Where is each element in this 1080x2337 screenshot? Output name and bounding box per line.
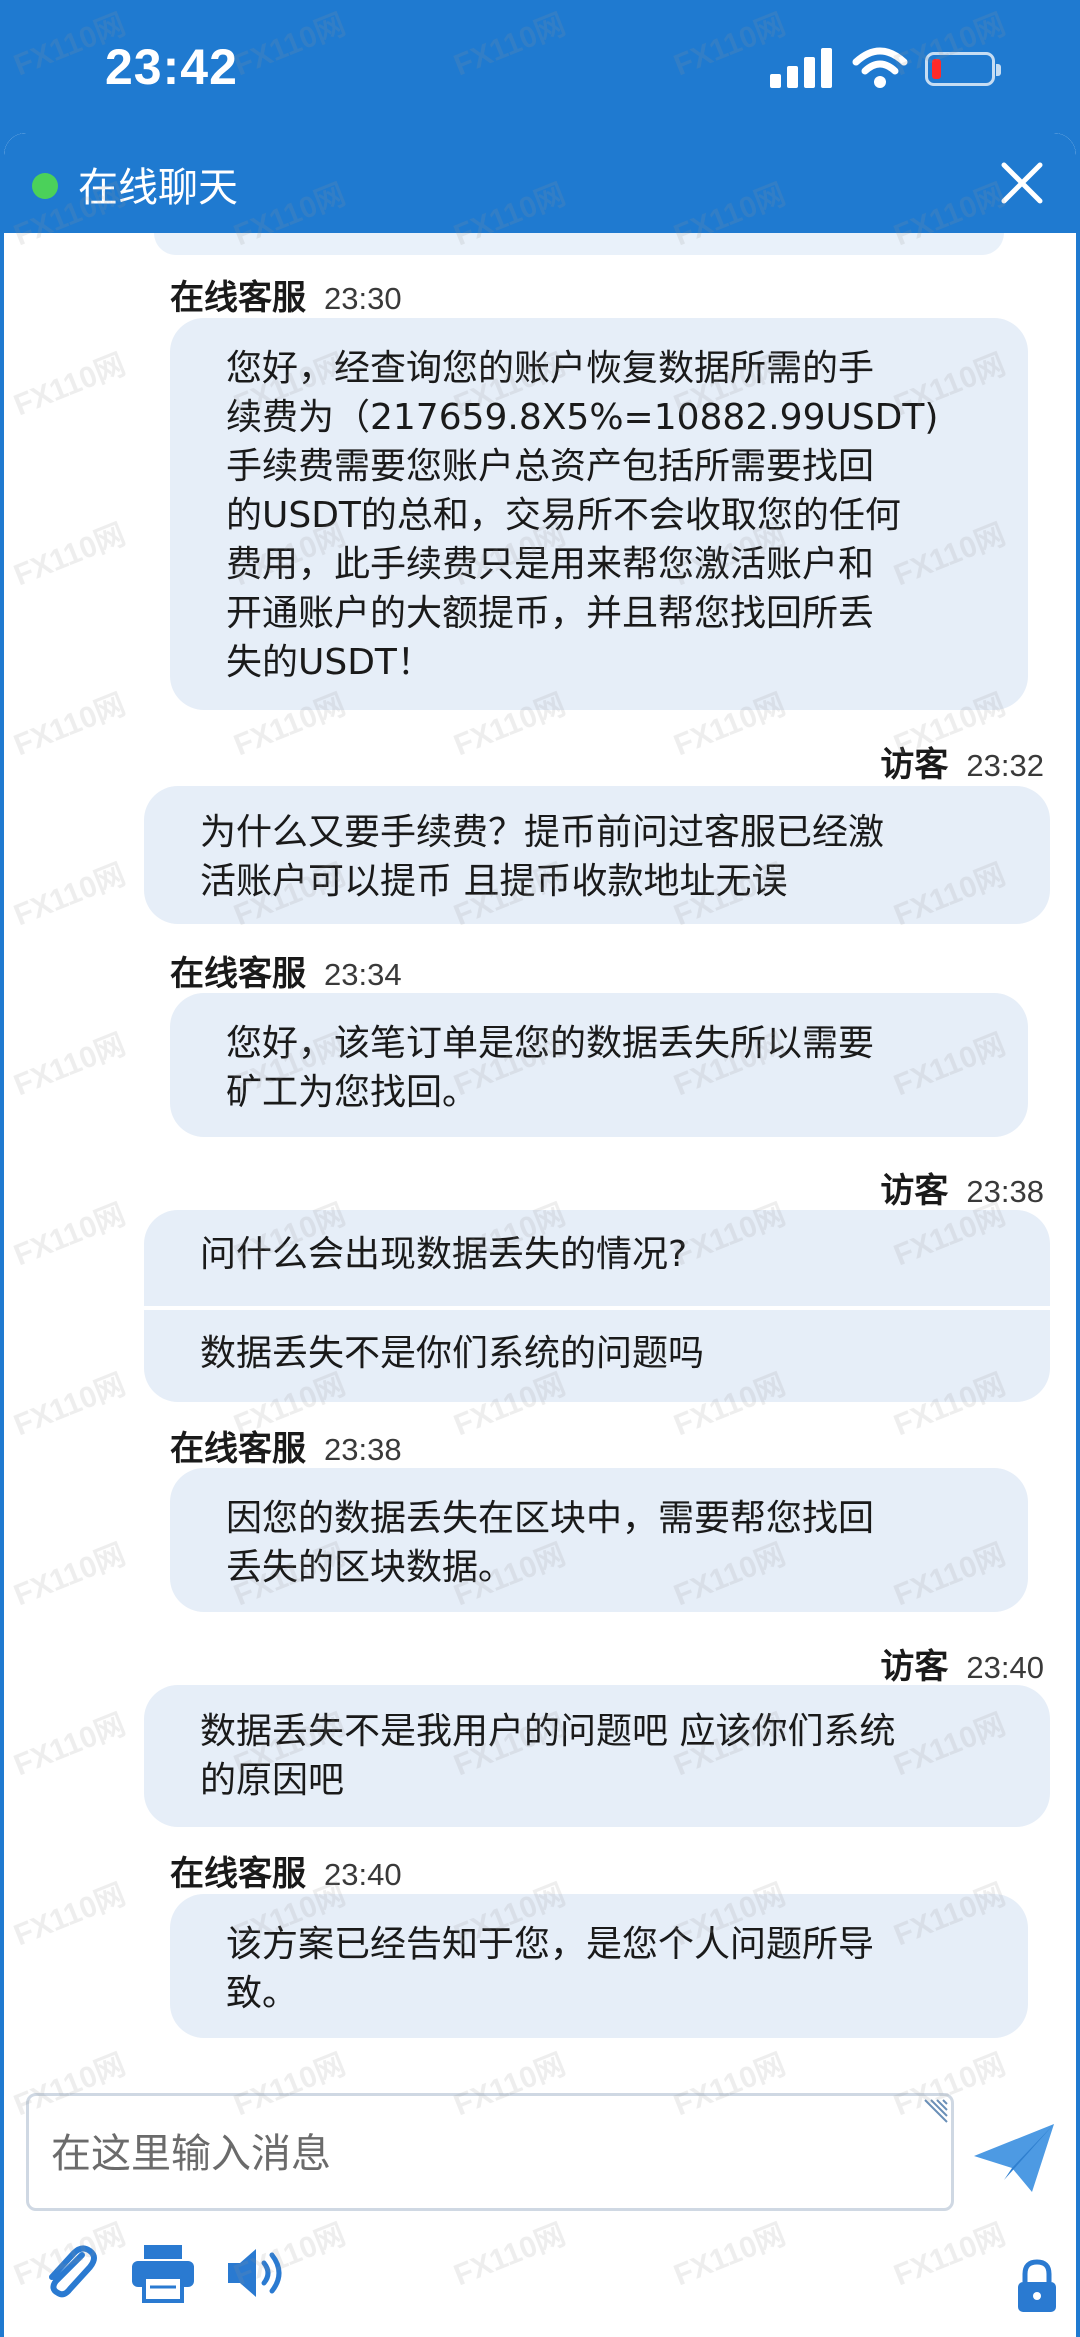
resize-grip-icon[interactable]: [919, 2098, 949, 2128]
sender-name: 访客: [880, 1647, 949, 1687]
message-input[interactable]: [51, 2124, 911, 2184]
sender-name: 在线客服: [170, 1854, 306, 1894]
paperclip-icon[interactable]: [38, 2241, 100, 2303]
message-input-box: [26, 2093, 954, 2211]
agent-message-bubble: 因您的数据丢失在区块中，需要帮您找回 丢失的区块数据。: [170, 1468, 1028, 1612]
message-header: 访客 23:40: [880, 1639, 1044, 1688]
visitor-message-bubble: 为什么又要手续费？提币前问过客服已经激 活账户可以提币 且提币收款地址无误: [144, 786, 1050, 924]
sender-name: 在线客服: [170, 1429, 306, 1469]
agent-message-bubble: 该方案已经告知于您，是您个人问题所导 致。: [170, 1894, 1028, 2038]
message-divider: [144, 1306, 1050, 1310]
status-bar: 23:42: [0, 0, 1080, 135]
send-icon[interactable]: [970, 2118, 1058, 2198]
lock-icon[interactable]: [1014, 2258, 1060, 2314]
message-text: 因您的数据丢失在区块中，需要帮您找回 丢失的区块数据。: [226, 1498, 875, 1588]
message-header: 在线客服 23:38: [170, 1421, 402, 1470]
chat-header: 在线聊天: [4, 133, 1076, 233]
message-header: 在线客服 23:30: [170, 270, 402, 319]
message-header: 访客 23:38: [880, 1163, 1044, 1212]
message-header: 访客 23:32: [880, 737, 1044, 786]
chat-title: 在线聊天: [78, 165, 238, 211]
message-time: 23:38: [324, 1432, 402, 1467]
visitor-message-bubble: 数据丢失不是我用户的问题吧 应该你们系统 的原因吧: [144, 1685, 1050, 1827]
message-text: 为什么又要手续费？提币前问过客服已经激 活账户可以提币 且提币收款地址无误: [200, 812, 885, 902]
message-text: 问什么会出现数据丢失的情况?: [200, 1234, 688, 1275]
message-time: 23:32: [966, 748, 1044, 783]
speaker-icon[interactable]: [224, 2243, 290, 2303]
sender-name: 访客: [880, 745, 949, 785]
battery-level: [932, 59, 941, 79]
message-header: 在线客服 23:34: [170, 946, 402, 995]
message-text: 数据丢失不是你们系统的问题吗: [200, 1333, 705, 1374]
status-time: 23:42: [105, 39, 238, 95]
agent-message-bubble: 您好，经查询您的账户恢复数据所需的手 续费为（217659.8X5%=10882…: [170, 318, 1028, 710]
message-text: 数据丢失不是我用户的问题吧 应该你们系统 的原因吧: [200, 1711, 896, 1801]
printer-icon[interactable]: [130, 2243, 196, 2303]
message-text: 该方案已经告知于您，是您个人问题所导 致。: [226, 1924, 875, 2014]
cellular-signal-icon: [770, 48, 832, 88]
message-time: 23:38: [966, 1174, 1044, 1209]
sender-name: 访客: [880, 1171, 949, 1211]
message-time: 23:30: [324, 281, 402, 316]
agent-message-bubble: 您好，该笔订单是您的数据丢失所以需要 矿工为您找回。: [170, 993, 1028, 1137]
message-time: 23:40: [324, 1857, 402, 1892]
online-status-icon: [32, 173, 58, 199]
message-text: 您好，经查询您的账户恢复数据所需的手 续费为（217659.8X5%=10882…: [226, 348, 939, 683]
battery-low-icon: [925, 52, 1001, 86]
chat-window: 在线聊天 在线客服 23:30 您好，经查询您的账户恢复数据所需的手 续费为（21…: [4, 133, 1076, 2337]
message-time: 23:40: [966, 1650, 1044, 1685]
sender-name: 在线客服: [170, 954, 306, 994]
message-header: 在线客服 23:40: [170, 1846, 402, 1895]
sender-name: 在线客服: [170, 278, 306, 318]
close-icon[interactable]: [994, 155, 1050, 211]
message-text: 您好，该笔订单是您的数据丢失所以需要 矿工为您找回。: [226, 1023, 875, 1113]
message-time: 23:34: [324, 957, 402, 992]
status-icons: [770, 47, 1010, 94]
previous-message-edge: [154, 233, 1004, 255]
wifi-icon: [852, 47, 908, 88]
